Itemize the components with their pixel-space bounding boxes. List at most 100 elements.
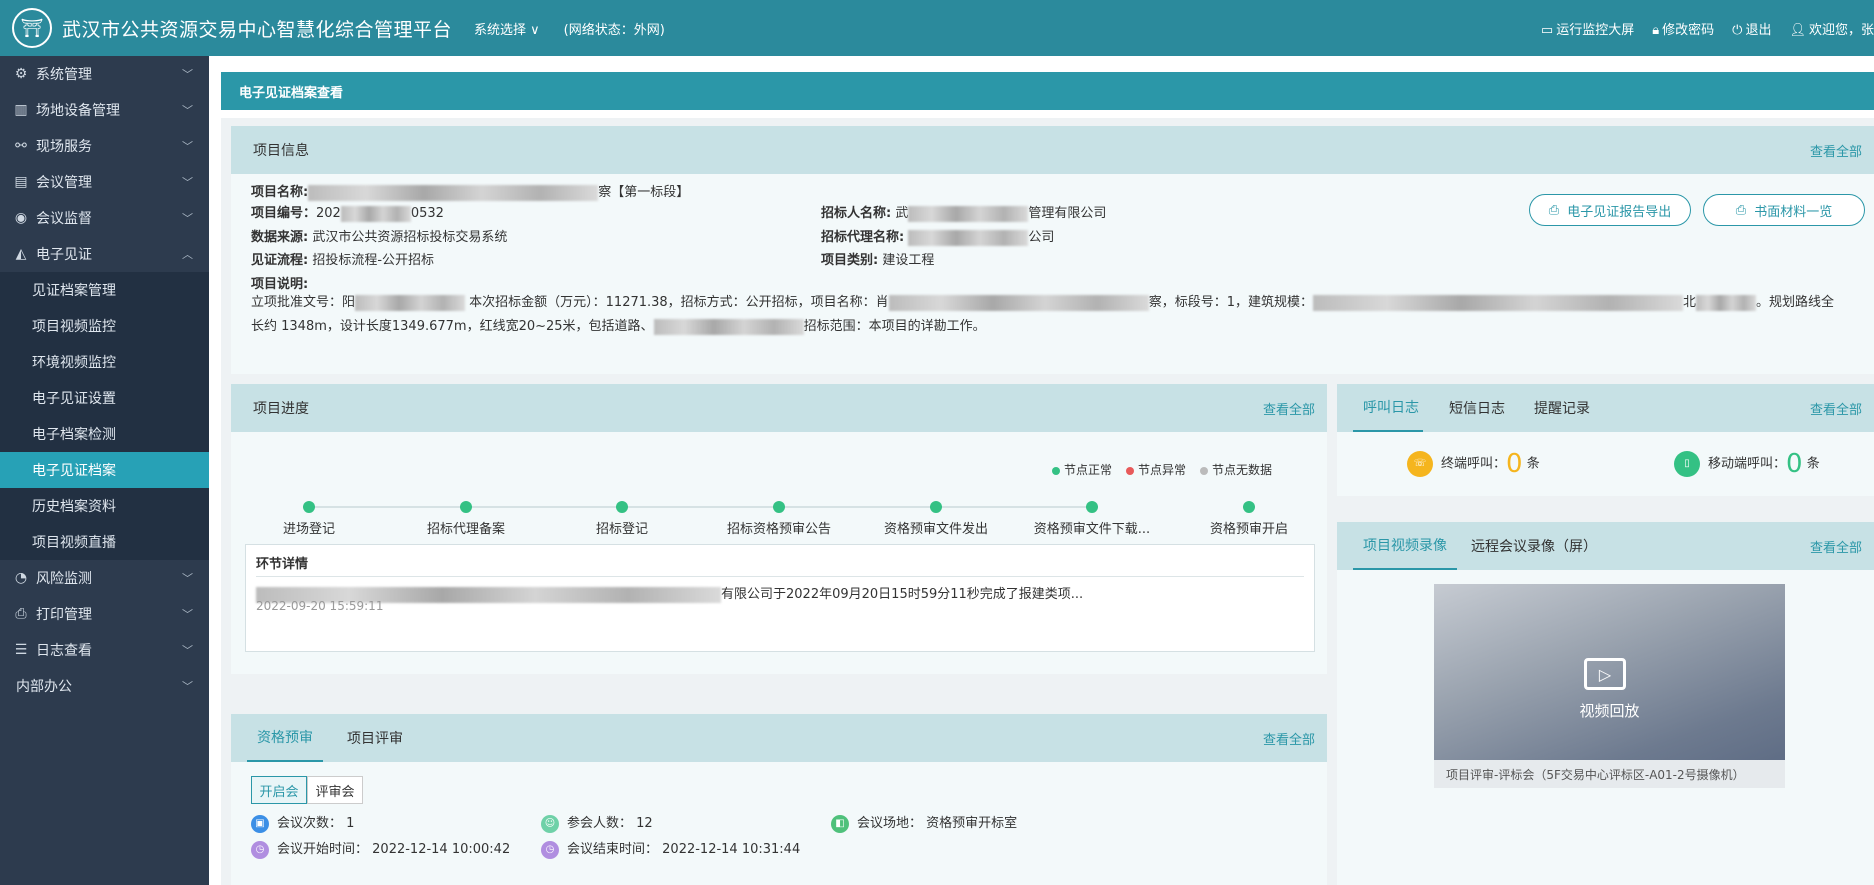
redacted-block [653,318,804,335]
tab-remote-meeting-video[interactable]: 远程会议录像（屏） [1471,522,1597,570]
sidebar-subitem[interactable]: 电子档案检测 [0,416,209,452]
sidebar-subitem[interactable]: 电子见证设置 [0,380,209,416]
redacted-block [355,294,466,311]
app-title: 武汉市公共资源交易中心智慧化综合管理平台 [62,18,453,41]
sidebar: ⚙ 系统管理 ﹀ ▥ 场地设备管理 ﹀ ⚯ 现场服务 ﹀ ▤ 会议管理 ﹀ ◉ 会议监督 ﹀ ◭ 电子… [0,56,209,885]
tab-sms-log[interactable]: 短信日志 [1449,384,1505,432]
video-caption: 项目评审-评标会（5F交易中心评标区-A01-2号摄像机） [1434,760,1785,788]
timeline-node[interactable] [616,501,628,513]
detail-time: 2022-09-20 15:59:11 [256,599,384,613]
chevron-down-icon: ﹀ [182,680,193,693]
supervise-icon: ◉ [14,210,28,226]
redacted-block [908,229,1029,246]
redacted-block [1695,294,1756,311]
chevron-down-icon: ﹀ [182,176,193,189]
sidebar-subitem-active[interactable]: 电子见证档案 [0,452,209,488]
terminal-call-stat: ☏ 终端呼叫：0 条 [1407,449,1540,479]
project-description: 立项批准文号：阳 本次招标金额（万元）：11271.38，招标方式：公开招标，项… [251,294,1834,335]
sidebar-item-supervise[interactable]: ◉ 会议监督 ﹀ [0,200,209,236]
legend-abnormal: 节点异常 [1126,461,1186,478]
timeline-node[interactable] [1086,501,1098,513]
timeline-node[interactable] [460,501,472,513]
sidebar-item-office[interactable]: 内部办公 ﹀ [0,668,209,704]
system-select[interactable]: 系统选择 ∨ [474,19,540,38]
tab-project-review[interactable]: 项目评审 [347,714,403,762]
sidebar-item-log[interactable]: ☰ 日志查看 ﹀ [0,632,209,668]
timeline-node-label: 资格预审文件下载... [1033,522,1151,537]
chevron-down-icon: ﹀ [182,68,193,81]
timeline-node-label: 资格预审开启 [1209,522,1288,537]
mobile-icon: ▯ [1674,451,1700,477]
tab-reminder[interactable]: 提醒记录 [1534,384,1590,432]
tender-agent: 招标代理名称: 公司 [821,229,1055,246]
witness-icon: ◭ [15,246,27,262]
sidebar-item-venue[interactable]: ▥ 场地设备管理 ﹀ [0,92,209,128]
sidebar-subitem[interactable]: 见证档案管理 [0,272,209,308]
see-all-link[interactable]: 查看全部 [1810,399,1862,418]
sidebar-subitem[interactable]: 历史档案资料 [0,488,209,524]
sidebar-subitem[interactable]: 环境视频监控 [0,344,209,380]
chevron-down-icon: ﹀ [182,572,193,585]
desc-label: 项目说明: [251,277,309,292]
calendar-icon: ▣ [251,814,269,833]
chevron-down-icon: ﹀ [182,140,193,153]
tab-project-video[interactable]: 项目视频录像 [1353,522,1457,570]
risk-icon: ◔ [14,570,28,586]
sidebar-subitem[interactable]: 项目视频监控 [0,308,209,344]
power-icon: ⏻ [1732,22,1743,38]
project-code: 项目编号：202 0532 [251,205,444,222]
logout-link[interactable]: ⏻ 退出 [1732,19,1771,38]
redacted-block [308,184,599,201]
clock-icon: ◷ [251,840,269,859]
divider [256,576,1304,577]
tenderer: 招标人名称: 武管理有限公司 [821,205,1107,222]
chevron-down-icon: ﹀ [182,212,193,225]
export-report-button[interactable]: ⎙ 电子见证报告导出 [1529,194,1691,226]
see-all-link[interactable]: 查看全部 [1810,141,1862,160]
legend-normal: 节点正常 [1052,461,1112,478]
sidebar-item-risk[interactable]: ◔ 风险监测 ﹀ [0,560,209,596]
legend-nodata: 节点无数据 [1200,461,1272,478]
timeline-node-label: 招标登记 [595,522,648,537]
sidebar-item-system[interactable]: ⚙ 系统管理 ﹀ [0,56,209,92]
change-password-link[interactable]: 🔒︎ 修改密码 [1652,19,1714,38]
tab-prequalification[interactable]: 资格预审 [247,714,323,762]
timeline-node[interactable] [303,501,315,513]
chevron-down-icon: ﹀ [182,644,193,657]
redacted-block [888,294,1149,311]
data-source: 数据来源: 武汉市公共资源招标投标交易系统 [251,230,508,245]
building-icon: ▥ [14,102,28,118]
timeline-node[interactable] [773,501,785,513]
timeline-node[interactable] [930,501,942,513]
timeline-line [309,506,1093,508]
materials-button[interactable]: ⎙ 书面材料一览 [1703,194,1865,226]
review-panel: 查看全部 资格预审 项目评审 开启会 评审会 ▣ 会议次数： 1 ☺ 参会人数： 1… [231,714,1327,885]
logo-icon: ⛩ [12,8,52,48]
sidebar-subitem[interactable]: 项目视频直播 [0,524,209,560]
project-name: 项目名称: 察【第一标段】 [251,184,690,201]
chevron-up-icon: ︿ [182,248,193,261]
see-all-link[interactable]: 查看全部 [1263,729,1315,748]
sidebar-item-meeting[interactable]: ▤ 会议管理 ﹀ [0,164,209,200]
sidebar-item-print[interactable]: ⎙ 打印管理 ﹀ [0,596,209,632]
see-all-link[interactable]: 查看全部 [1810,537,1862,556]
timeline-node[interactable] [1243,501,1255,513]
redacted-block [340,205,411,222]
see-all-link[interactable]: 查看全部 [1263,399,1315,418]
sidebar-item-witness[interactable]: ◭ 电子见证 ︿ [0,236,209,272]
detail-title: 环节详情 [256,557,309,572]
play-icon[interactable]: ▷ [1584,658,1626,690]
progress-header: 项目进度 查看全部 [231,384,1327,432]
user-welcome[interactable]: 👤︎ 欢迎您，张 [1789,19,1874,38]
monitor-icon: ▭ [1540,22,1554,38]
project-info-header: 项目信息 查看全部 [231,126,1874,174]
video-player[interactable]: ▷ 视频回放 [1434,584,1785,760]
monitor-screen-link[interactable]: ▭ 运行监控大屏 [1541,19,1634,38]
segment-review[interactable]: 评审会 [307,776,363,804]
project-progress-panel: 项目进度 查看全部 节点正常 节点异常 节点无数据 进场登记 招标代理备案 招标… [231,384,1327,674]
sidebar-item-onsite[interactable]: ⚯ 现场服务 ﹀ [0,128,209,164]
content-area: 项目信息 查看全部 项目名称: 察【第一标段】 项目编号：202 0532 数据来源… [221,118,1874,885]
tab-call-log[interactable]: 呼叫日志 [1353,384,1423,432]
log-icon: ☰ [14,642,28,658]
segment-opening[interactable]: 开启会 [251,776,307,804]
